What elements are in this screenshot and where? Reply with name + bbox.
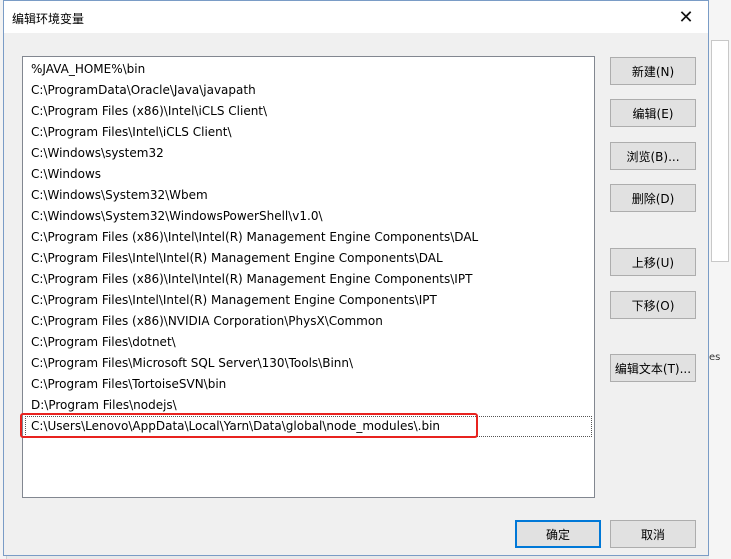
path-list-item[interactable]: C:\Program Files\Intel\iCLS Client\: [25, 122, 592, 143]
path-list-item[interactable]: C:\Program Files\Intel\Intel(R) Manageme…: [25, 290, 592, 311]
move-up-button[interactable]: 上移(U): [610, 248, 696, 276]
path-list-item[interactable]: C:\Program Files\Intel\Intel(R) Manageme…: [25, 248, 592, 269]
path-list-item[interactable]: C:\Users\Lenovo\AppData\Local\Yarn\Data\…: [25, 416, 592, 437]
path-list-item[interactable]: C:\Program Files\dotnet\: [25, 332, 592, 353]
path-list-item[interactable]: C:\Windows\System32\Wbem: [25, 185, 592, 206]
path-list-item[interactable]: C:\ProgramData\Oracle\Java\javapath: [25, 80, 592, 101]
path-list-item[interactable]: C:\Program Files (x86)\Intel\Intel(R) Ma…: [25, 269, 592, 290]
cancel-button[interactable]: 取消: [610, 520, 696, 548]
path-list-item[interactable]: C:\Program Files (x86)\Intel\iCLS Client…: [25, 101, 592, 122]
title-bar: 编辑环境变量 ✕: [4, 1, 708, 33]
ok-button[interactable]: 确定: [515, 520, 601, 548]
path-list-item[interactable]: C:\Windows: [25, 164, 592, 185]
edit-text-button[interactable]: 编辑文本(T)...: [610, 354, 696, 382]
background-panel: [711, 40, 729, 262]
edit-environment-variable-dialog: 编辑环境变量 ✕ %JAVA_HOME%\bin C:\ProgramData\O…: [3, 0, 709, 556]
path-list-item[interactable]: C:\Program Files\TortoiseSVN\bin: [25, 374, 592, 395]
move-down-button[interactable]: 下移(O): [610, 291, 696, 319]
path-list-item[interactable]: D:\Program Files\nodejs\: [25, 395, 592, 416]
background-text-fragment: es: [709, 352, 721, 363]
edit-button[interactable]: 编辑(E): [610, 99, 696, 127]
new-button[interactable]: 新建(N): [610, 57, 696, 85]
path-list-item[interactable]: C:\Windows\system32: [25, 143, 592, 164]
path-list-item[interactable]: C:\Program Files (x86)\NVIDIA Corporatio…: [25, 311, 592, 332]
path-list-item[interactable]: C:\Program Files\Microsoft SQL Server\13…: [25, 353, 592, 374]
browse-button[interactable]: 浏览(B)...: [610, 142, 696, 170]
path-list-item[interactable]: C:\Program Files (x86)\Intel\Intel(R) Ma…: [25, 227, 592, 248]
path-list-item[interactable]: %JAVA_HOME%\bin: [25, 59, 592, 80]
background-window-right: es: [709, 0, 731, 559]
path-list[interactable]: %JAVA_HOME%\bin C:\ProgramData\Oracle\Jav…: [22, 56, 595, 498]
path-list-item[interactable]: C:\Windows\System32\WindowsPowerShell\v1…: [25, 206, 592, 227]
close-icon: ✕: [678, 6, 694, 28]
close-button[interactable]: ✕: [664, 1, 708, 33]
delete-button[interactable]: 删除(D): [610, 184, 696, 212]
dialog-title: 编辑环境变量: [12, 12, 85, 26]
